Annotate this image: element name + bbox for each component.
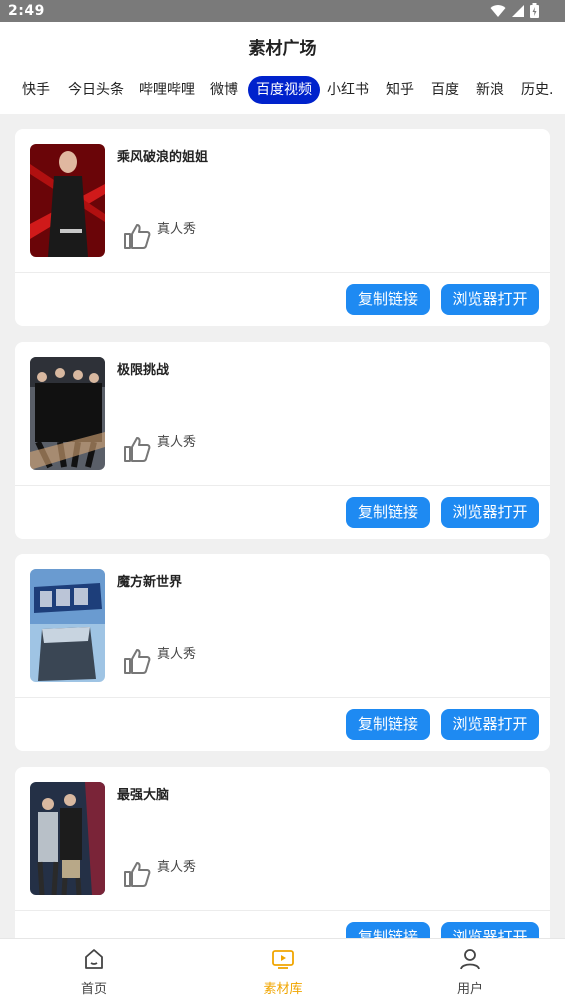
home-icon [85, 949, 103, 969]
material-card: 乘风破浪的姐姐 真人秀 复制链接 浏览器打开 [15, 129, 550, 326]
card-thumbnail[interactable] [30, 782, 105, 895]
copy-link-button[interactable]: 复制链接 [346, 284, 430, 315]
card-title: 魔方新世界 [117, 575, 183, 590]
status-time: 2:49 [8, 3, 45, 19]
card-title: 最强大脑 [117, 788, 170, 803]
nav-user[interactable]: 用户 [410, 939, 530, 1005]
tab-toutiao[interactable]: 今日头条 [68, 76, 124, 104]
nav-label: 用户 [456, 982, 483, 997]
category-tabs: 快手 今日头条 哔哩哔哩 微博 百度视频 小红书 知乎 百度 新浪 历史. [0, 76, 565, 106]
copy-link-button[interactable]: 复制链接 [346, 709, 430, 740]
card-title: 极限挑战 [117, 363, 170, 378]
card-title: 乘风破浪的姐姐 [117, 150, 209, 165]
divider [15, 485, 550, 486]
tab-xiaohongshu[interactable]: 小红书 [327, 76, 369, 104]
open-in-browser-button[interactable]: 浏览器打开 [441, 709, 539, 740]
tab-zhihu[interactable]: 知乎 [386, 76, 414, 104]
card-thumbnail[interactable] [30, 144, 105, 257]
tab-bilibili[interactable]: 哔哩哔哩 [139, 76, 195, 104]
nav-home[interactable]: 首页 [34, 939, 154, 1005]
card-thumbnail[interactable] [30, 357, 105, 470]
signal-icon [512, 4, 524, 17]
thumbs-up-icon[interactable] [123, 860, 151, 888]
open-in-browser-button[interactable]: 浏览器打开 [441, 497, 539, 528]
status-bar: 2:49 [0, 0, 565, 22]
copy-link-button[interactable]: 复制链接 [346, 497, 430, 528]
bottom-nav: 首页 素材库 用户 [0, 938, 565, 1005]
page-title: 素材广场 [248, 39, 317, 59]
tab-baidu[interactable]: 百度 [431, 76, 459, 104]
nav-library[interactable]: 素材库 [223, 939, 343, 1005]
card-thumbnail[interactable] [30, 569, 105, 682]
card-tag: 真人秀 [157, 647, 197, 662]
thumbs-up-icon[interactable] [123, 222, 151, 250]
thumbs-up-icon[interactable] [123, 647, 151, 675]
open-in-browser-button[interactable]: 浏览器打开 [441, 284, 539, 315]
tab-weibo[interactable]: 微博 [210, 76, 238, 104]
divider [15, 697, 550, 698]
nav-label: 素材库 [263, 982, 303, 997]
divider [15, 910, 550, 911]
material-card: 极限挑战 真人秀 复制链接 浏览器打开 [15, 342, 550, 539]
card-tag: 真人秀 [157, 222, 197, 237]
thumbs-up-icon[interactable] [123, 435, 151, 463]
user-icon [460, 949, 480, 970]
nav-label: 首页 [80, 982, 107, 997]
header: 素材广场 快手 今日头条 哔哩哔哩 微博 百度视频 小红书 知乎 百度 新浪 历… [0, 22, 565, 114]
tab-baidu-video[interactable]: 百度视频 [248, 76, 320, 104]
divider [15, 272, 550, 273]
library-icon [272, 950, 294, 969]
material-card: 最强大脑 真人秀 复制链接 浏览器打开 [15, 767, 550, 964]
tab-sina[interactable]: 新浪 [476, 76, 504, 104]
status-icons [490, 3, 539, 18]
wifi-icon [490, 4, 506, 17]
tab-history[interactable]: 历史. [521, 76, 553, 104]
card-tag: 真人秀 [157, 435, 197, 450]
card-tag: 真人秀 [157, 860, 197, 875]
material-card: 魔方新世界 真人秀 复制链接 浏览器打开 [15, 554, 550, 751]
battery-icon [530, 3, 539, 18]
tab-kuaishou[interactable]: 快手 [22, 76, 50, 104]
